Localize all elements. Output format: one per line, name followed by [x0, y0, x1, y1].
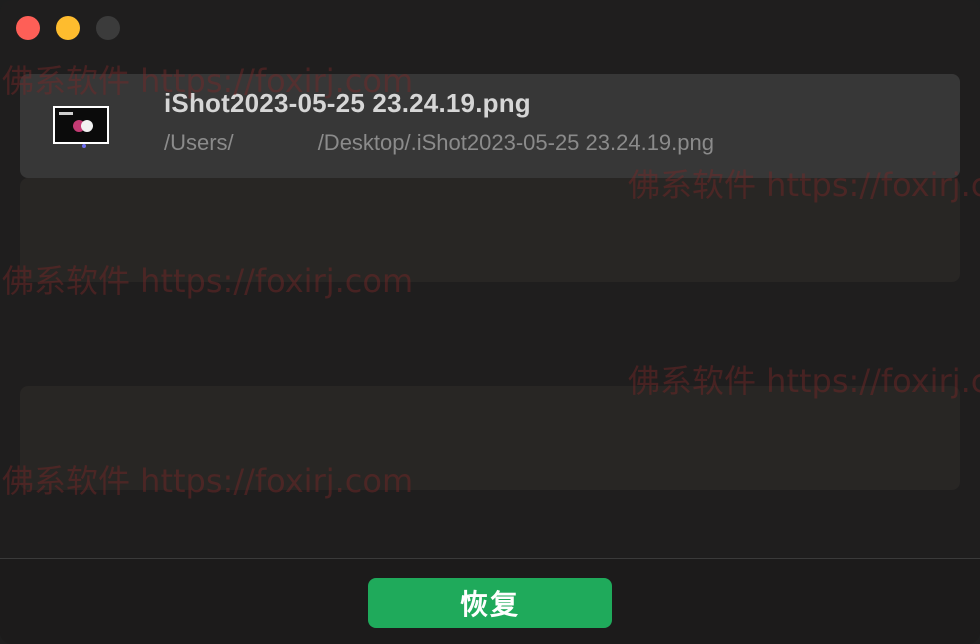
- file-row[interactable]: iShot2023-05-25 23.24.19.png /Users/ /Des…: [20, 74, 960, 178]
- empty-row: [20, 386, 960, 490]
- file-path-suffix: /Desktop/.iShot2023-05-25 23.24.19.png: [317, 130, 714, 155]
- close-button[interactable]: [16, 16, 40, 40]
- window-controls: [16, 16, 120, 40]
- file-path: /Users/ /Desktop/.iShot2023-05-25 23.24.1…: [164, 130, 714, 156]
- file-path-prefix: /Users/: [164, 130, 234, 155]
- empty-row: [20, 178, 960, 282]
- file-list: iShot2023-05-25 23.24.19.png /Users/ /Des…: [20, 74, 960, 490]
- file-thumbnail-icon: [53, 106, 109, 148]
- restore-button[interactable]: 恢复: [368, 578, 612, 628]
- file-name: iShot2023-05-25 23.24.19.png: [164, 88, 531, 118]
- zoom-button[interactable]: [96, 16, 120, 40]
- minimize-button[interactable]: [56, 16, 80, 40]
- app-window: iShot2023-05-25 23.24.19.png /Users/ /Des…: [0, 0, 980, 644]
- empty-row: [20, 282, 960, 386]
